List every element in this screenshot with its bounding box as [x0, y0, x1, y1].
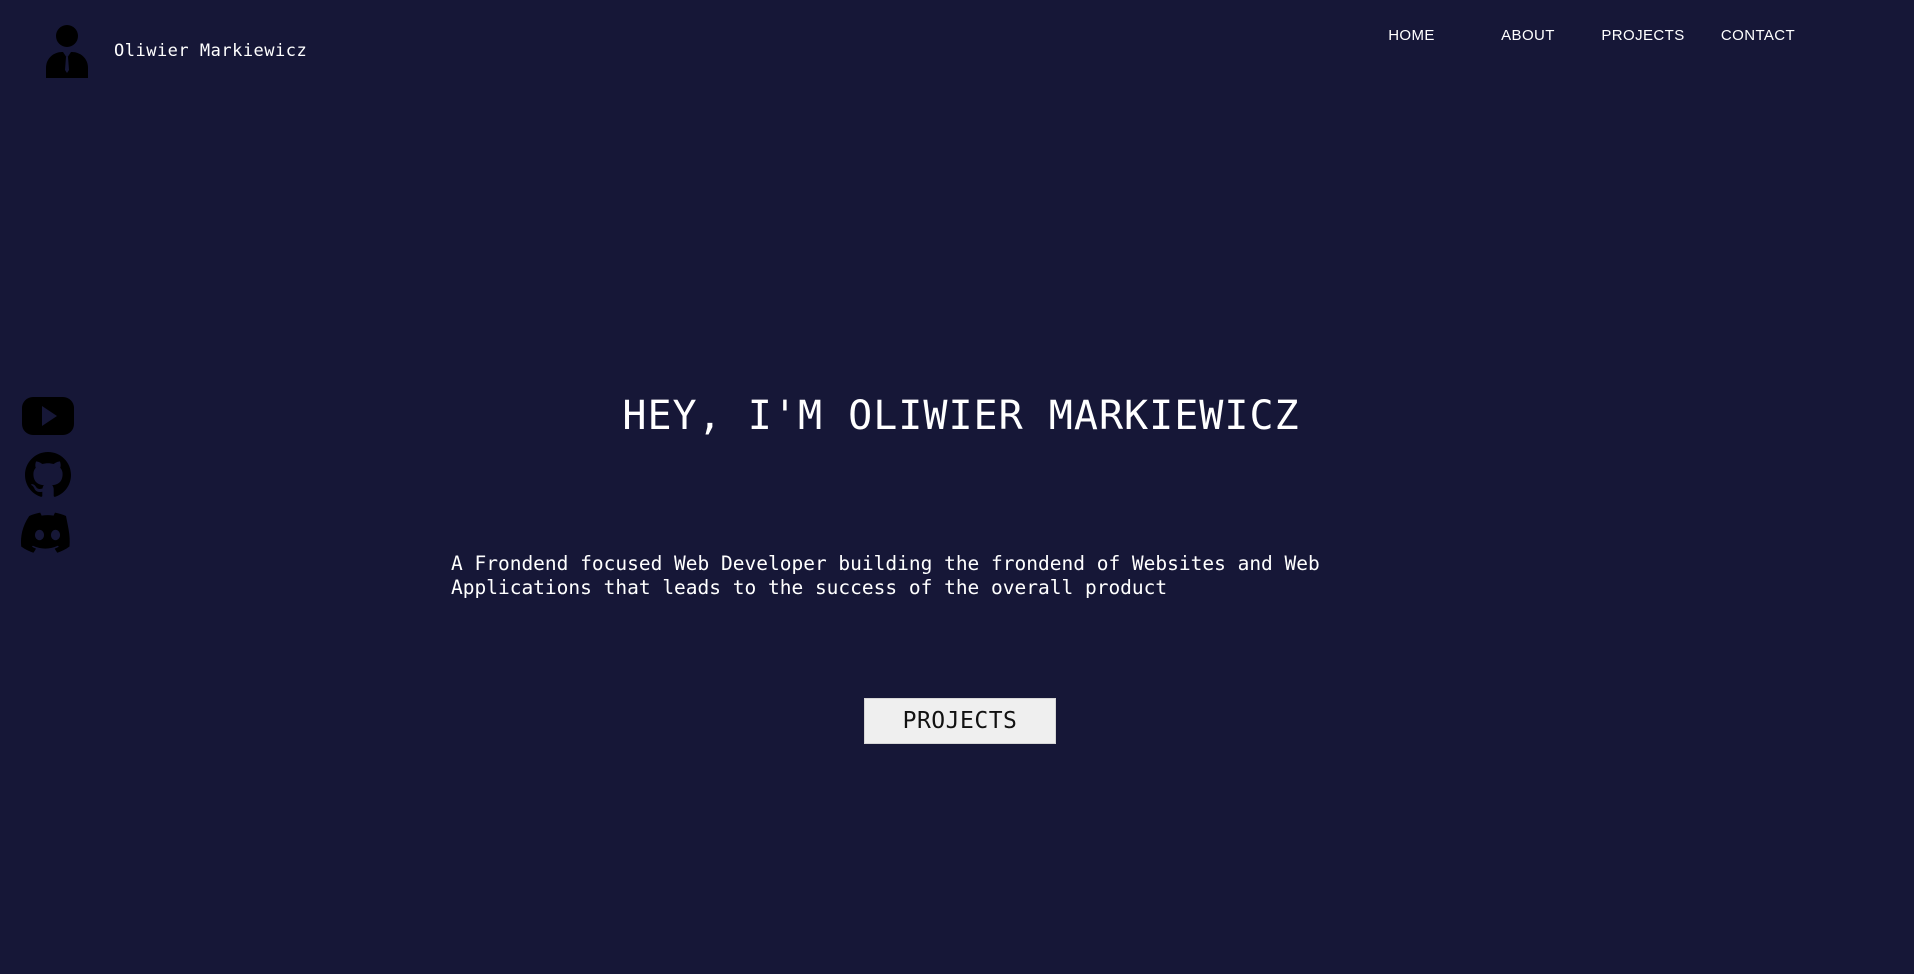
page: Oliwier Markiewicz HOME ABOUT PROJECTS C…	[0, 0, 1914, 974]
discord-link[interactable]	[20, 508, 76, 558]
hero-title: HEY, I'M OLIWIER MARKIEWICZ	[622, 393, 1300, 439]
discord-icon	[20, 512, 70, 553]
nav-about-link[interactable]: ABOUT	[1473, 27, 1583, 44]
nav-home-link[interactable]: HOME	[1350, 27, 1473, 44]
projects-button[interactable]: PROJECTS	[864, 698, 1056, 744]
person-icon	[46, 25, 88, 78]
brand[interactable]: Oliwier Markiewicz	[44, 24, 307, 78]
nav-contact-link[interactable]: CONTACT	[1703, 27, 1813, 44]
github-link[interactable]	[20, 450, 76, 500]
github-icon	[25, 452, 71, 497]
hero-subtitle: A Frondend focused Web Developer buildin…	[451, 552, 1320, 599]
brand-name[interactable]: Oliwier Markiewicz	[114, 41, 307, 61]
nav-projects-link[interactable]: PROJECTS	[1583, 27, 1703, 44]
main-nav: HOME ABOUT PROJECTS CONTACT	[1350, 27, 1813, 44]
